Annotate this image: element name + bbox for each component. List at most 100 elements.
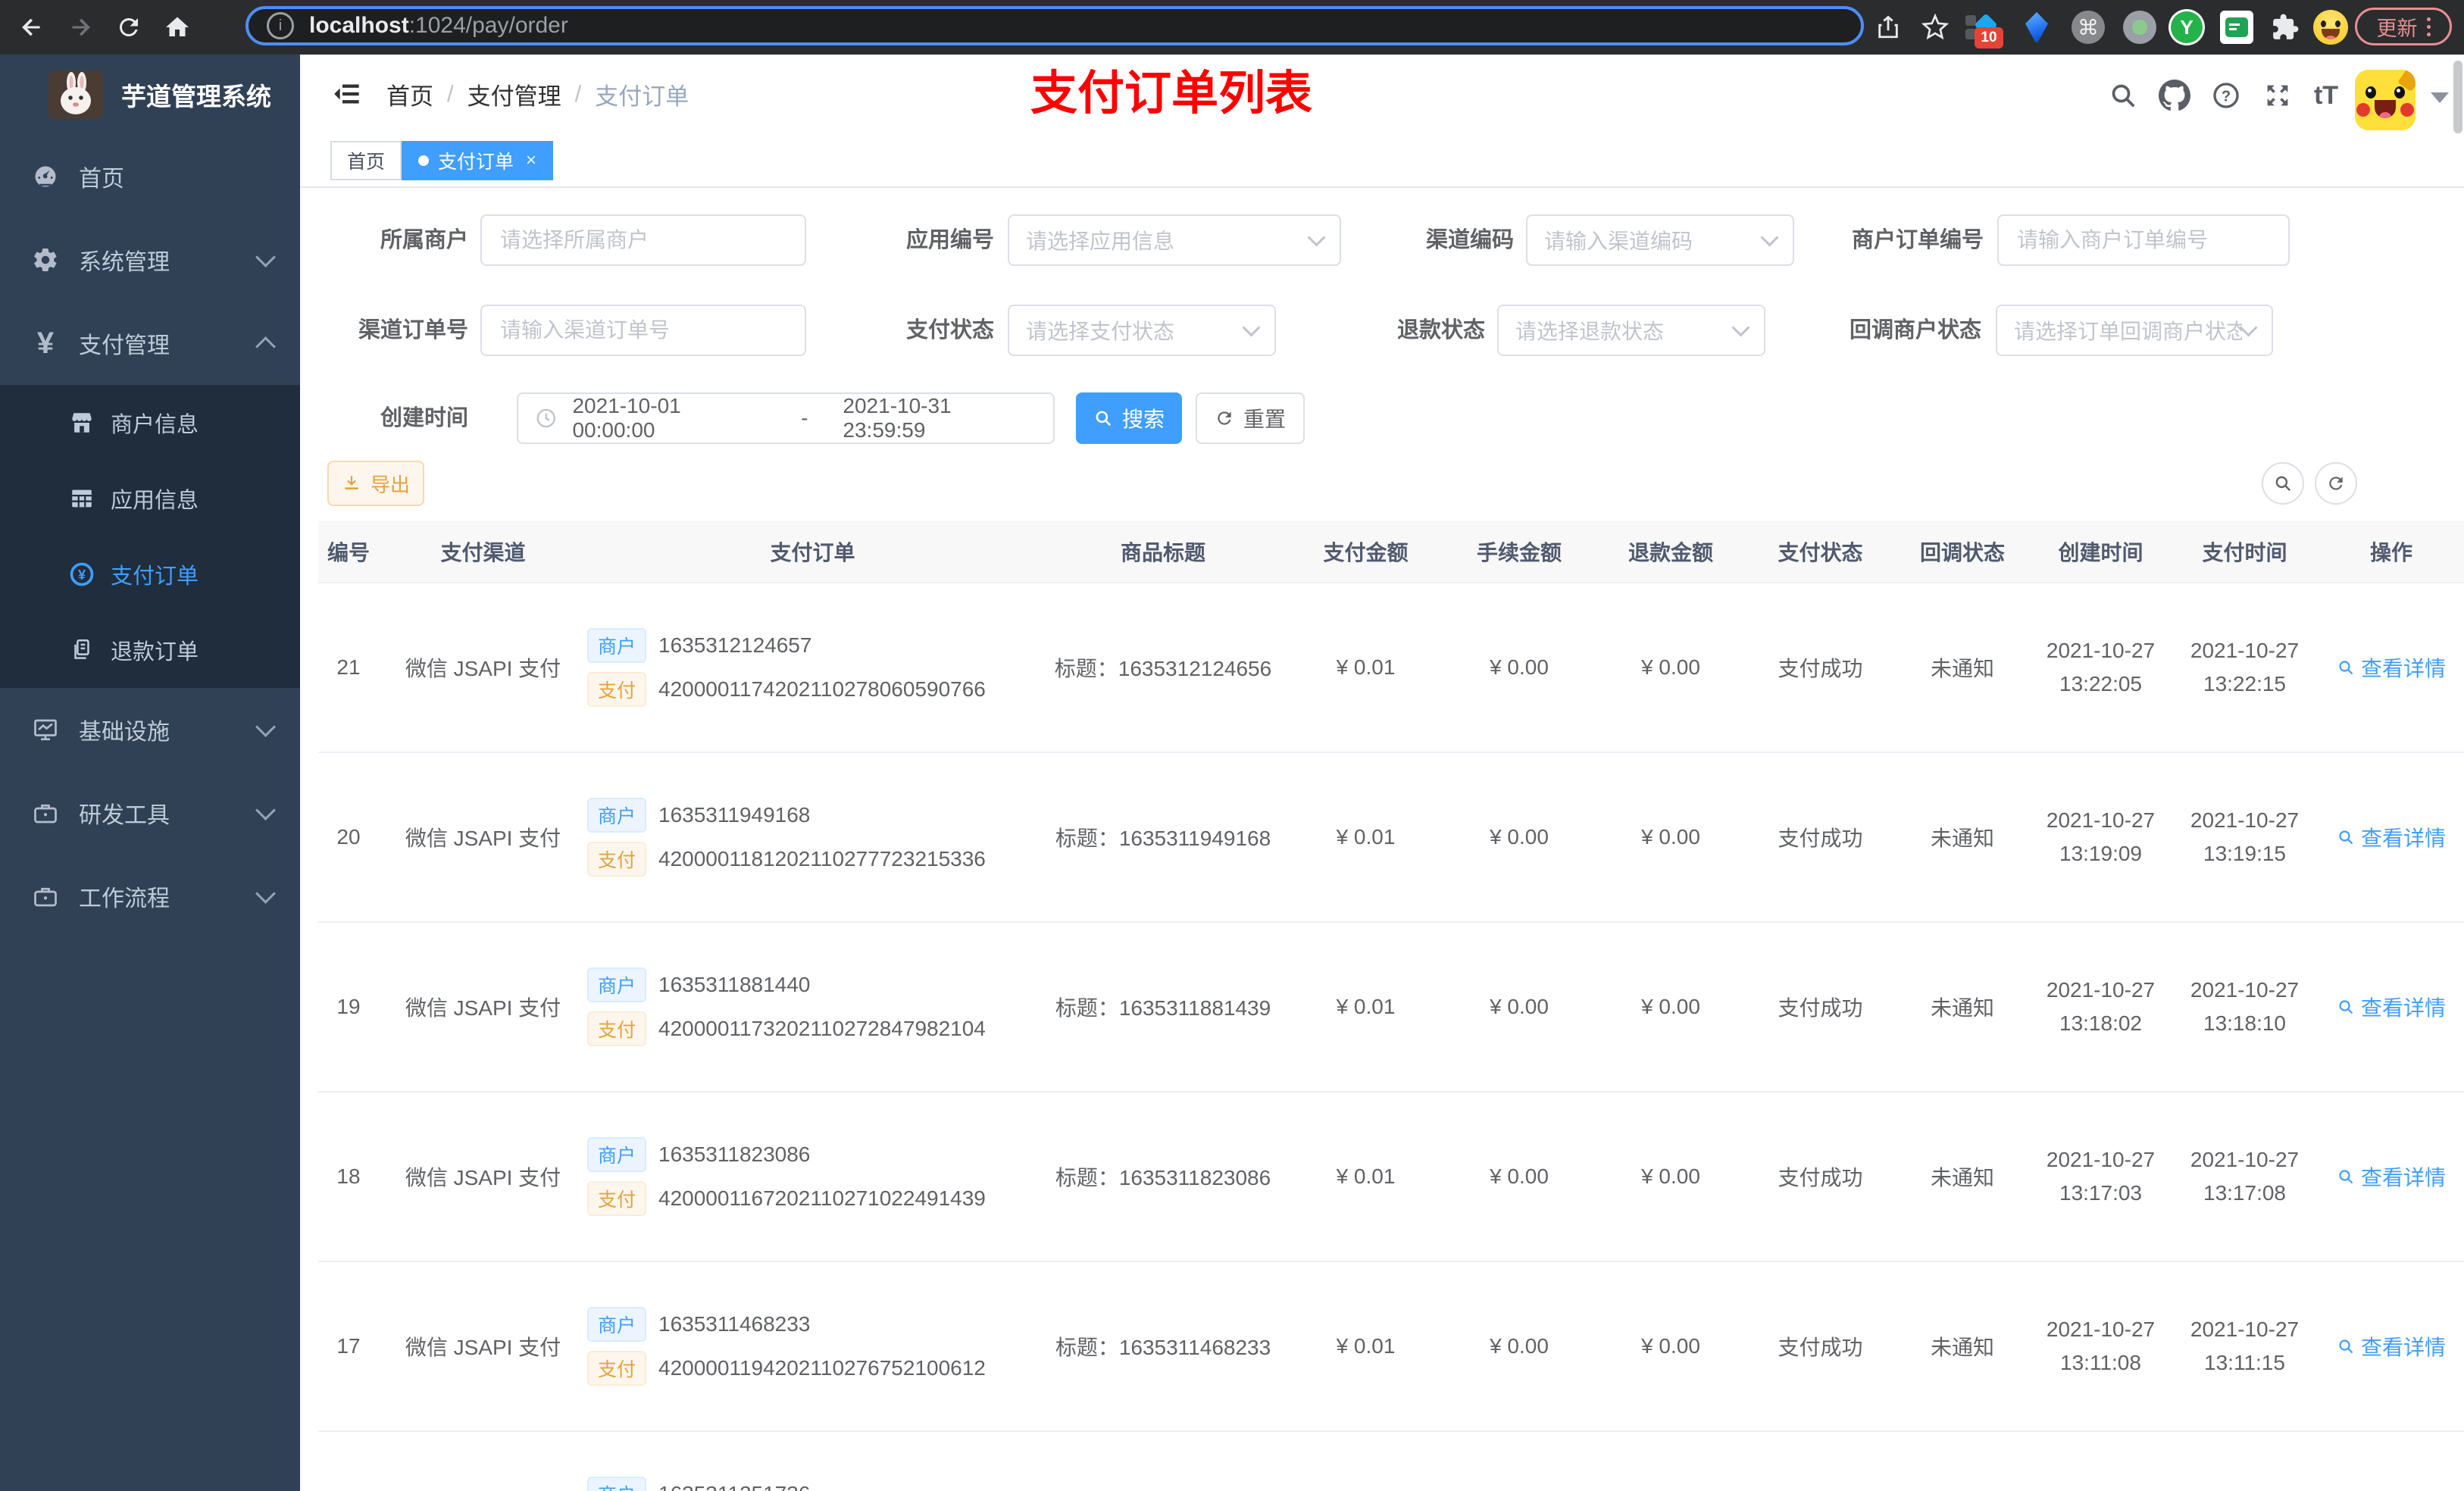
view-detail-link[interactable]: 查看详情	[2337, 652, 2446, 683]
clock-icon	[536, 408, 556, 428]
sidebar-item-payment[interactable]: ¥ 支付管理	[0, 302, 300, 385]
tab-pay-order[interactable]: 支付订单 ×	[402, 141, 554, 180]
export-button[interactable]: 导出	[327, 461, 424, 506]
filter-label: 回调商户状态	[1849, 318, 1981, 342]
address-bar[interactable]: i localhost:1024/pay/order	[245, 6, 1864, 45]
brand-logo-rabbit	[48, 70, 103, 119]
site-info-icon[interactable]: i	[267, 12, 294, 39]
refresh-table-button[interactable]	[2315, 462, 2357, 505]
pay-tag: 支付	[587, 1351, 647, 1386]
merchant-input[interactable]	[480, 214, 806, 266]
sidebar-item-label: 支付管理	[79, 333, 170, 358]
sidebar-item-label: 首页	[79, 167, 124, 192]
col-header: 手续金额	[1476, 541, 1562, 564]
sidebar-item-label: 支付订单	[111, 564, 199, 589]
browser-forward-icon[interactable]	[64, 11, 97, 44]
gear-icon	[29, 246, 62, 274]
briefcase-icon	[29, 799, 62, 827]
search-icon	[2339, 1339, 2353, 1354]
font-size-icon[interactable]: tT	[2308, 77, 2344, 114]
extension-raindrop-icon[interactable]: 10	[1962, 9, 2003, 48]
filter-label: 渠道订单号	[358, 318, 468, 342]
extension-chat-icon[interactable]	[2219, 9, 2255, 45]
chevron-down-icon	[2239, 317, 2258, 337]
table-row: 19 微信 JSAPI 支付 商户 1635311881440 支付 4200001…	[318, 922, 2464, 1092]
toggle-search-button[interactable]	[2262, 462, 2304, 505]
reset-button[interactable]: 重置	[1196, 392, 1305, 444]
col-header: 操作	[2369, 541, 2412, 564]
chevron-down-icon	[255, 246, 276, 267]
col-header: 商品标题	[1120, 541, 1205, 564]
notify-status-select[interactable]: 请选择订单回调商户状态	[1996, 305, 2273, 356]
close-icon[interactable]: ×	[526, 150, 536, 171]
sidebar-item-pay-order[interactable]: ¥ 支付订单	[0, 536, 300, 612]
fullscreen-icon[interactable]	[2259, 77, 2296, 114]
channel-code-select[interactable]: 请输入渠道编码	[1526, 214, 1794, 266]
col-header: 支付金额	[1323, 541, 1409, 564]
browser-back-icon[interactable]	[15, 11, 48, 44]
search-icon	[2339, 1000, 2353, 1014]
sidebar-item-system[interactable]: 系统管理	[0, 218, 300, 302]
pay-tag: 支付	[587, 672, 647, 707]
browser-update-button[interactable]: 更新	[2355, 8, 2452, 45]
browser-home-icon[interactable]	[161, 11, 194, 44]
merchant-order-no-input[interactable]	[1997, 214, 2290, 266]
browser-menu-icon[interactable]	[2426, 17, 2431, 36]
create-time-range-picker[interactable]: 2021-10-01 00:00:00 - 2021-10-31 23:59:5…	[517, 392, 1055, 444]
avatar-dropdown-caret[interactable]	[2431, 92, 2449, 103]
tab-home[interactable]: 首页	[330, 141, 402, 180]
breadcrumb: 首页 / 支付管理 / 支付订单	[386, 55, 689, 133]
sidebar-item-home[interactable]: 首页	[0, 135, 300, 218]
view-detail-link[interactable]: 查看详情	[2337, 822, 2446, 852]
share-icon[interactable]	[1871, 11, 1905, 44]
download-icon	[345, 476, 358, 490]
chevron-down-icon	[255, 883, 276, 904]
sidebar-item-label: 基础设施	[79, 720, 170, 745]
sidebar-item-dev-tools[interactable]: 研发工具	[0, 771, 300, 855]
svg-text:¥: ¥	[78, 567, 86, 583]
pay-status-select[interactable]: 请选择支付状态	[1008, 305, 1276, 356]
browser-profile-avatar[interactable]	[2312, 9, 2349, 45]
extension-badge: 10	[1975, 27, 2003, 48]
github-icon[interactable]	[2156, 77, 2193, 114]
header-search-icon[interactable]	[2105, 77, 2141, 114]
extension-y-icon[interactable]: Y	[2169, 9, 2205, 45]
view-detail-link[interactable]: 查看详情	[2337, 992, 2446, 1022]
sidebar-item-merchant-info[interactable]: 商户信息	[0, 385, 300, 461]
page-title-banner: 支付订单列表	[1030, 67, 1313, 120]
sidebar-item-refund-order[interactable]: 退款订单	[0, 612, 300, 688]
sidebar-item-app-info[interactable]: 应用信息	[0, 461, 300, 536]
col-header: 编号	[327, 541, 370, 564]
filter-label: 应用编号	[905, 228, 994, 252]
user-avatar[interactable]	[2355, 70, 2416, 130]
browser-reload-icon[interactable]	[112, 11, 145, 44]
sidebar-item-label: 研发工具	[79, 803, 170, 828]
page-scrollbar[interactable]	[2453, 61, 2462, 133]
extensions-puzzle-icon[interactable]	[2267, 9, 2303, 45]
extension-command-icon[interactable]: ⌘	[2070, 9, 2106, 45]
sidebar-item-infrastructure[interactable]: 基础设施	[0, 688, 300, 771]
extension-balloon-icon[interactable]	[2018, 9, 2055, 45]
channel-order-no-input[interactable]	[480, 305, 806, 356]
help-icon[interactable]: ?	[2208, 77, 2244, 114]
extension-gray-green-icon[interactable]	[2122, 9, 2158, 45]
sidebar-item-workflow[interactable]: 工作流程	[0, 855, 300, 938]
main-area: 首页 / 支付管理 / 支付订单 支付订单列表 ? tT 首页 支付订单 × 所…	[300, 55, 2464, 1491]
breadcrumb-home[interactable]: 首页	[386, 77, 433, 111]
hamburger-fold-icon[interactable]	[330, 79, 362, 109]
orders-table: 编号 支付渠道 支付订单 商品标题 支付金额 手续金额 退款金额 支付状态 回调…	[318, 521, 2464, 1491]
breadcrumb-section[interactable]: 支付管理	[467, 77, 561, 111]
grid-icon	[67, 486, 97, 511]
refund-status-select[interactable]: 请选择退款状态	[1497, 305, 1765, 356]
view-detail-link[interactable]: 查看详情	[2337, 1331, 2446, 1361]
app-select[interactable]: 请选择应用信息	[1008, 214, 1341, 266]
pay-tag: 支付	[587, 842, 647, 877]
bookmark-star-icon[interactable]	[1918, 11, 1952, 44]
view-detail-link[interactable]: 查看详情	[2337, 1161, 2446, 1192]
col-header: 支付状态	[1778, 541, 1863, 564]
browser-chrome: i localhost:1024/pay/order 10 ⌘ Y 更新	[0, 0, 2464, 55]
filter-label: 所属商户	[380, 228, 468, 252]
search-button[interactable]: 搜索	[1076, 392, 1182, 444]
breadcrumb-current: 支付订单	[595, 83, 689, 110]
svg-text:?: ?	[2222, 89, 2231, 105]
